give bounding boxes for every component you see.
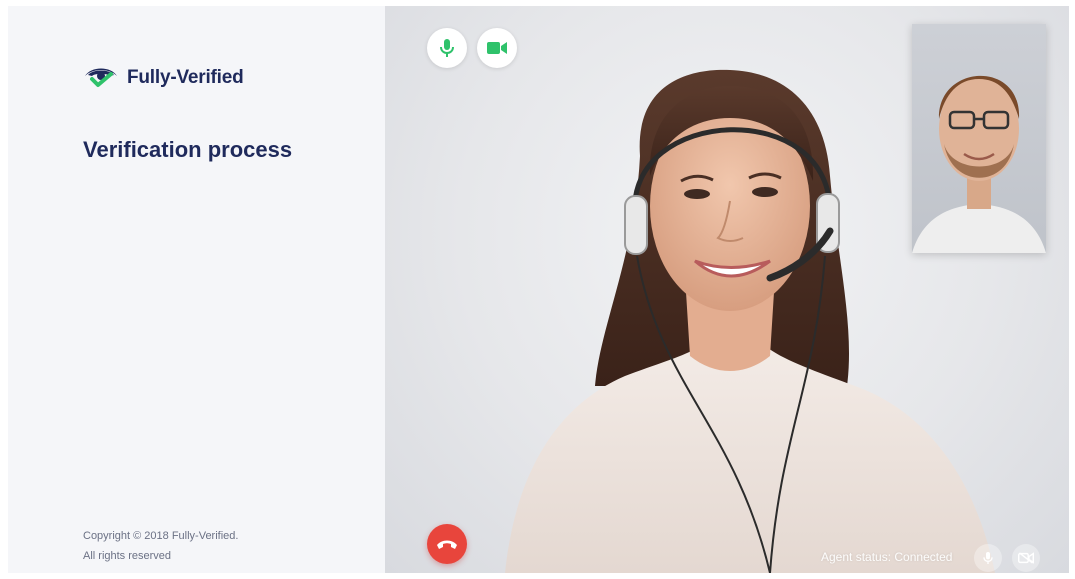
self-video-preview[interactable] [912, 24, 1046, 253]
agent-status-text: Agent status: Connected [821, 550, 953, 564]
eye-check-logo-icon [85, 68, 117, 87]
video-camera-off-icon [1018, 552, 1034, 564]
app-frame: Fully-Verified Verification process Copy… [8, 6, 1069, 573]
brand-name: Fully-Verified [127, 67, 244, 88]
mute-microphone-button[interactable] [427, 28, 467, 68]
self-video-feed [912, 75, 1046, 253]
microphone-icon [983, 552, 993, 564]
agent-microphone-indicator[interactable] [974, 544, 1002, 572]
copyright-notice: Copyright © 2018 Fully-Verified. All rig… [83, 526, 238, 566]
end-call-button[interactable] [427, 524, 467, 564]
phone-hangup-icon [437, 540, 457, 549]
video-camera-icon [487, 42, 507, 54]
copyright-line-1: Copyright © 2018 Fully-Verified. [83, 530, 239, 542]
microphone-icon [440, 39, 454, 57]
page-title: Verification process [83, 137, 293, 162]
copyright-line-2: All rights reserved [83, 550, 172, 562]
video-call-area: Agent status: Connected [385, 6, 1069, 573]
agent-camera-indicator[interactable] [1012, 544, 1040, 572]
sidebar-panel: Fully-Verified Verification process Copy… [8, 6, 385, 573]
toggle-camera-button[interactable] [477, 28, 517, 68]
brand-logo: Fully-Verified [83, 64, 244, 92]
